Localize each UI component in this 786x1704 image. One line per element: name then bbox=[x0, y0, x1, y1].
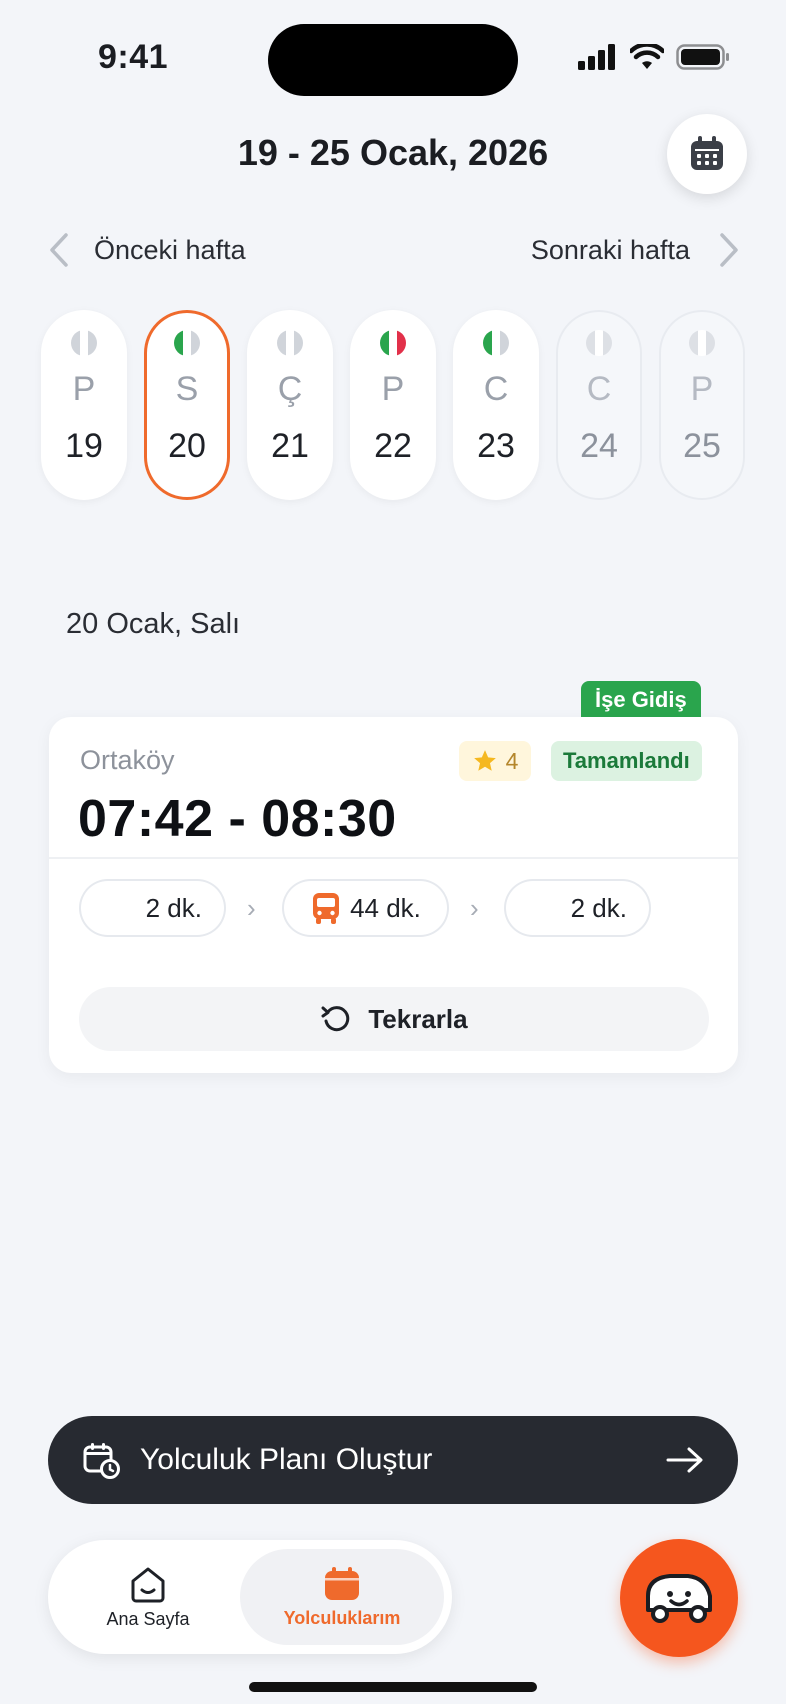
repeat-icon bbox=[321, 1006, 350, 1032]
calendar-icon bbox=[691, 136, 723, 170]
day-number: 21 bbox=[271, 427, 309, 465]
day-status-icon bbox=[71, 330, 97, 356]
next-week-label: Sonraki hafta bbox=[530, 234, 690, 265]
day-letter: P bbox=[72, 370, 96, 408]
status-time: 9:41 bbox=[98, 38, 169, 76]
day-number: 19 bbox=[65, 427, 103, 465]
day-letter: P bbox=[690, 370, 714, 408]
create-trip-plan-label: Yolculuk Planı Oluştur bbox=[140, 1443, 433, 1476]
star-icon bbox=[473, 750, 496, 771]
day-status-icon bbox=[380, 330, 406, 356]
day-status-icon bbox=[586, 330, 612, 356]
day-letter: Ç bbox=[277, 370, 303, 408]
rating-value: 4 bbox=[505, 747, 519, 774]
home-indicator bbox=[249, 1682, 537, 1692]
leg-duration: 2 dk. bbox=[570, 892, 627, 923]
trip-leg-bus: 44 dk. bbox=[282, 879, 449, 937]
day-chip[interactable]: P 19 bbox=[41, 310, 127, 500]
battery-icon bbox=[676, 44, 729, 70]
day-chip[interactable]: C 23 bbox=[453, 310, 539, 500]
assistant-fab-button[interactable] bbox=[620, 1539, 738, 1657]
signal-icon bbox=[578, 44, 615, 70]
day-number: 25 bbox=[683, 427, 721, 465]
day-number: 24 bbox=[580, 427, 618, 465]
repeat-trip-button[interactable]: Tekrarla bbox=[79, 987, 709, 1051]
day-chip[interactable]: P 22 bbox=[350, 310, 436, 500]
day-letter: S bbox=[175, 370, 199, 408]
next-week-button[interactable]: Sonraki hafta bbox=[531, 232, 740, 268]
tab-home-label: Ana Sayfa bbox=[106, 1608, 190, 1629]
chevron-right-icon: › bbox=[247, 893, 256, 923]
trip-status-badge: Tamamlandı bbox=[551, 741, 702, 781]
day-status-icon bbox=[277, 330, 303, 356]
day-selector: P 19 S 20 Ç 21 P 22 C 23 C 24 P 25 bbox=[41, 310, 751, 500]
calendar-clock-icon bbox=[83, 1443, 120, 1479]
leg-duration: 2 dk. bbox=[145, 892, 202, 923]
status-icons bbox=[578, 44, 730, 70]
day-chip[interactable]: C 24 bbox=[556, 310, 642, 500]
trip-origin: Ortaköy bbox=[80, 745, 175, 775]
day-chip-selected[interactable]: S 20 bbox=[144, 310, 230, 500]
day-number: 23 bbox=[477, 427, 515, 465]
day-letter: P bbox=[381, 370, 405, 408]
create-trip-plan-button[interactable]: Yolculuk Planı Oluştur bbox=[48, 1416, 738, 1504]
day-status-icon bbox=[689, 330, 715, 356]
day-number: 22 bbox=[374, 427, 412, 465]
trip-leg-walk: 2 dk. bbox=[504, 879, 651, 937]
day-letter: C bbox=[483, 370, 509, 408]
trip-time-range: 07:42 - 08:30 bbox=[78, 790, 397, 848]
divider bbox=[49, 857, 738, 859]
day-number: 20 bbox=[168, 427, 206, 465]
day-chip[interactable]: Ç 21 bbox=[247, 310, 333, 500]
arrow-right-icon bbox=[666, 1447, 703, 1473]
chevron-left-icon bbox=[50, 233, 68, 267]
repeat-trip-label: Tekrarla bbox=[368, 1003, 468, 1034]
wifi-icon bbox=[630, 44, 664, 69]
trip-rating: 4 bbox=[459, 741, 531, 781]
chevron-right-icon bbox=[720, 233, 738, 267]
calendar-icon bbox=[325, 1566, 359, 1600]
previous-week-label: Önceki hafta bbox=[94, 234, 246, 265]
calendar-button[interactable] bbox=[667, 114, 747, 194]
dynamic-island bbox=[268, 24, 518, 96]
car-mascot-icon bbox=[646, 1574, 712, 1623]
trip-leg-walk: 2 dk. bbox=[79, 879, 226, 937]
day-status-icon bbox=[483, 330, 509, 356]
tab-home[interactable]: Ana Sayfa bbox=[68, 1552, 228, 1642]
trip-type-tag: İşe Gidiş bbox=[581, 681, 701, 721]
leg-duration: 44 dk. bbox=[350, 892, 421, 923]
day-letter: C bbox=[586, 370, 612, 408]
day-status-icon bbox=[174, 330, 200, 356]
previous-week-button[interactable]: Önceki hafta bbox=[48, 232, 246, 268]
tab-my-trips-label: Yolculuklarım bbox=[283, 1607, 401, 1628]
day-chip[interactable]: P 25 bbox=[659, 310, 745, 500]
tab-my-trips[interactable]: Yolculuklarım bbox=[240, 1549, 444, 1645]
home-icon bbox=[131, 1567, 165, 1602]
selected-date-label: 20 Ocak, Salı bbox=[66, 608, 241, 640]
tab-bar: Ana Sayfa Yolculuklarım bbox=[48, 1540, 452, 1654]
chevron-right-icon: › bbox=[470, 893, 479, 923]
bus-icon bbox=[313, 893, 340, 924]
trip-card[interactable]: Ortaköy 07:42 - 08:30 4 Tamamlandı 2 dk.… bbox=[49, 717, 738, 1073]
